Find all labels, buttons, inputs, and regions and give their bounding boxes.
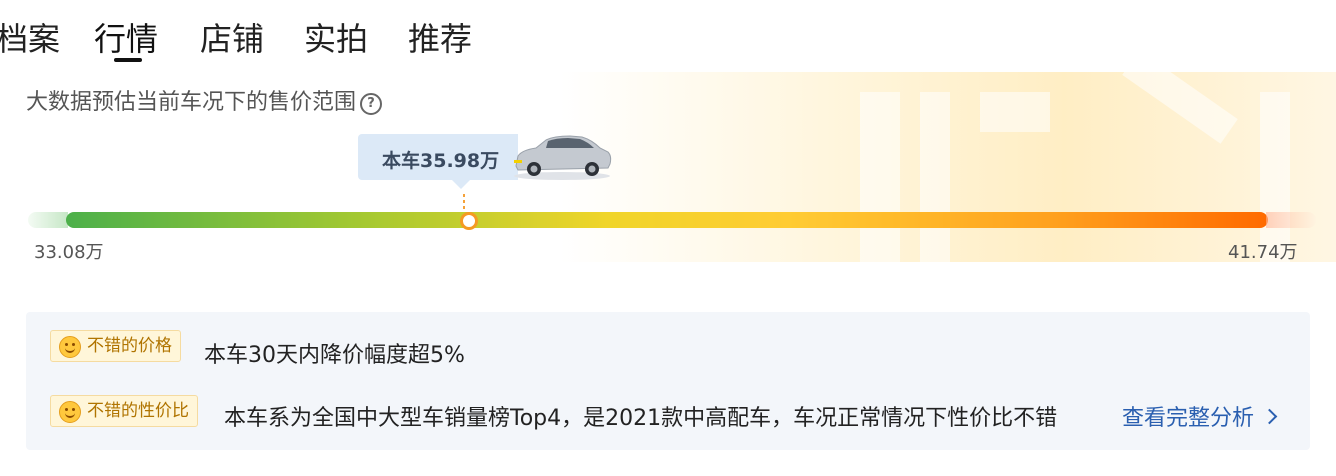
tab-archive[interactable]: 档案: [0, 14, 60, 60]
tag-good-value: 不错的性价比: [50, 395, 198, 427]
tag-good-value-label: 不错的性价比: [87, 401, 189, 421]
chevron-right-icon: [1261, 408, 1278, 425]
view-full-analysis-label: 查看完整分析: [1122, 406, 1255, 431]
tab-photos[interactable]: 实拍: [304, 14, 368, 60]
view-full-analysis-link[interactable]: 查看完整分析: [1122, 400, 1278, 432]
text-fade-mask: [1070, 395, 1120, 431]
car-thumbnail: [514, 135, 612, 180]
tab-bar: 档案 行情 店铺 实拍 推荐: [0, 0, 600, 70]
price-section-background: [560, 50, 1336, 262]
question-circle-icon[interactable]: ?: [360, 93, 383, 115]
subtitle-text: 大数据预估当前车况下的售价范围: [26, 90, 357, 115]
tag-good-price: 不错的价格: [50, 330, 181, 362]
current-price-label: 本车35.98万: [382, 150, 500, 172]
smile-face-icon: [59, 401, 81, 423]
tab-recommend[interactable]: 推荐: [408, 14, 472, 60]
price-bar-left-fade: [28, 212, 68, 228]
price-bar-right-fade: [1266, 212, 1316, 228]
current-price-marker: [459, 212, 478, 230]
tab-market[interactable]: 行情: [94, 14, 158, 60]
min-price-label: 33.08万: [34, 242, 104, 263]
marker-connector: [463, 194, 465, 210]
price-range-subtitle: 大数据预估当前车况下的售价范围?: [26, 84, 383, 116]
price-range-bar: [66, 212, 1268, 228]
active-tab-indicator: [114, 58, 142, 62]
tag-good-price-label: 不错的价格: [87, 336, 172, 356]
bubble-tail: [452, 180, 470, 189]
analysis-line-2: 本车系为全国中大型车销量榜Top4，是2021款中高配车，车况正常情况下性价比不…: [224, 406, 1058, 431]
smile-face-icon: [59, 336, 81, 358]
analysis-line-1: 本车30天内降价幅度超5%: [204, 343, 465, 368]
tab-store[interactable]: 店铺: [200, 14, 264, 60]
max-price-label: 41.74万: [1228, 242, 1298, 263]
